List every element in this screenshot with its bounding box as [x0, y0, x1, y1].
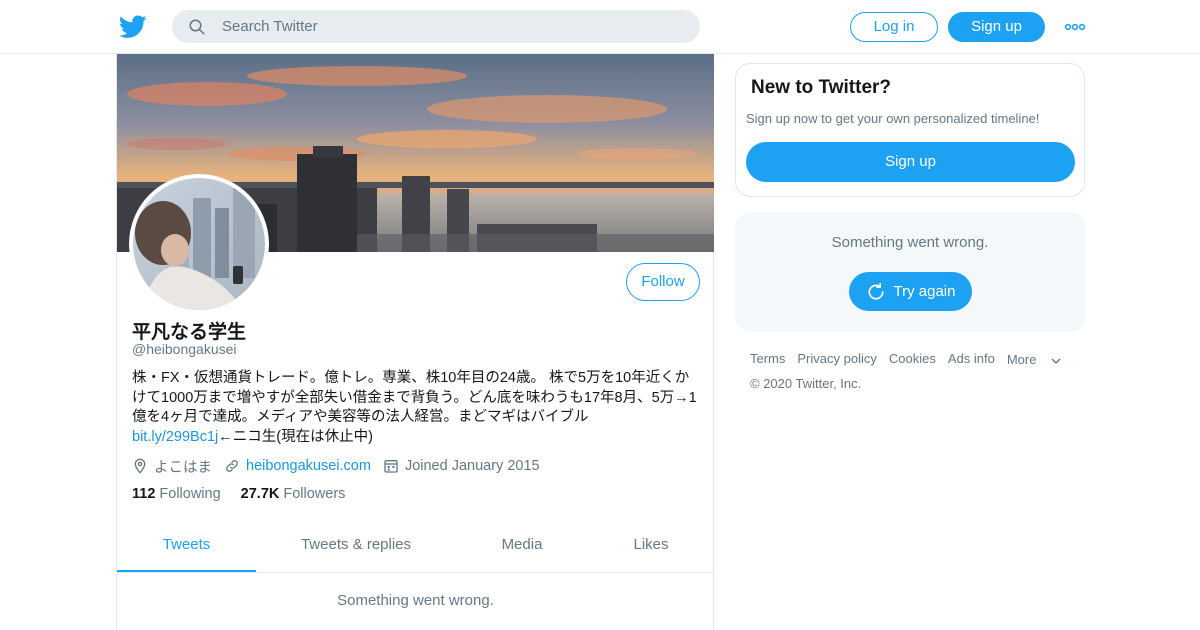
signup-card-button[interactable]: Sign up: [746, 142, 1075, 182]
footer-link-terms[interactable]: Terms: [750, 351, 785, 367]
profile-display-name: 平凡なる学生: [132, 322, 247, 343]
following-stat[interactable]: 112 Following: [132, 486, 221, 502]
followers-count: 27.7K: [240, 486, 280, 502]
signup-card-title: New to Twitter?: [751, 77, 892, 98]
copyright-text: © 2020 Twitter, Inc.: [750, 376, 862, 391]
tab-tweets[interactable]: Tweets: [117, 524, 256, 572]
footer-link-ads-info[interactable]: Ads info: [948, 351, 995, 367]
search-box[interactable]: [172, 10, 700, 43]
website-link[interactable]: heibongakusei.com: [246, 458, 371, 474]
profile-avatar[interactable]: [129, 174, 269, 314]
profile-tabs: Tweets Tweets & replies Media Likes: [117, 524, 714, 573]
location-item: よこはま: [132, 456, 212, 477]
search-input[interactable]: [222, 10, 682, 43]
profile-meta: よこはま heibongakusei.com Joined January 20…: [132, 456, 552, 476]
followers-label: Followers: [283, 486, 346, 502]
bio-suffix: ←ニコ生(現在は休止中): [218, 428, 373, 445]
more-dots-icon[interactable]: [1064, 17, 1086, 37]
search-icon: [189, 19, 205, 35]
feed-error-message: Something went wrong.: [337, 592, 494, 609]
footer-link-more[interactable]: More: [1007, 351, 1063, 367]
signup-button[interactable]: Sign up: [948, 12, 1045, 42]
joined-text: Joined January 2015: [404, 458, 540, 474]
tab-media[interactable]: Media: [477, 524, 567, 572]
try-again-label: Try again: [893, 283, 956, 300]
link-icon: [226, 460, 238, 472]
following-count: 112: [132, 486, 156, 502]
follow-button[interactable]: Follow: [626, 263, 700, 301]
profile-handle[interactable]: @heibongakusei: [132, 341, 237, 357]
sidebar-error-message: Something went wrong.: [831, 234, 989, 251]
joined-item: Joined January 2015: [383, 458, 540, 474]
calendar-icon: [384, 460, 398, 473]
footer-more-label: More: [1006, 351, 1037, 367]
tab-tweets-replies[interactable]: Tweets & replies: [287, 524, 425, 572]
profile-stats: 112 Following 27.7K Followers: [132, 486, 365, 502]
top-navigation-bar: Log in Sign up: [0, 0, 1200, 54]
bio-text: 株・FX・仮想通貨トレード。億トレ。専業、株10年目の24歳。 株で5万を10年…: [132, 370, 697, 425]
footer-link-privacy[interactable]: Privacy policy: [797, 351, 876, 367]
bio-link[interactable]: bit.ly/299Bc1j: [132, 429, 218, 445]
profile-bio: 株・FX・仮想通貨トレード。億トレ。専業、株10年目の24歳。 株で5万を10年…: [132, 369, 698, 447]
profile-column: Follow 平凡なる学生 @heibongakusei 株・FX・仮想通貨トレ…: [116, 54, 714, 630]
try-again-button[interactable]: Try again: [849, 272, 972, 311]
chevron-down-icon: [1051, 358, 1061, 364]
followers-stat[interactable]: 27.7K Followers: [241, 486, 346, 502]
login-button[interactable]: Log in: [850, 12, 938, 42]
tab-likes[interactable]: Likes: [617, 524, 685, 572]
twitter-bird-icon[interactable]: [118, 12, 147, 40]
sidebar-error-card: Something went wrong. Try again: [735, 212, 1085, 332]
location-pin-icon: [134, 458, 146, 474]
footer-links: Terms Privacy policy Cookies Ads info Mo…: [750, 351, 1074, 367]
website-item: heibongakusei.com: [224, 458, 371, 474]
location-text: よこはま: [154, 459, 212, 476]
signup-card-subtitle: Sign up now to get your own personalized…: [746, 111, 1040, 126]
refresh-icon: [868, 282, 884, 300]
following-label: Following: [159, 486, 221, 502]
footer-link-cookies[interactable]: Cookies: [889, 351, 936, 367]
signup-card: New to Twitter? Sign up now to get your …: [735, 63, 1085, 197]
